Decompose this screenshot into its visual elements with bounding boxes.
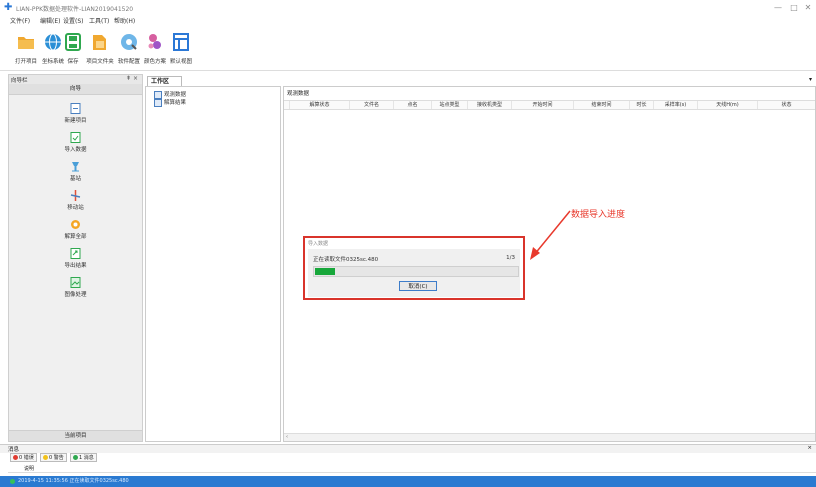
nav-header: 向导 xyxy=(9,84,142,95)
menu-settings[interactable]: 设置(S) xyxy=(63,16,84,27)
annotation-arrow-icon xyxy=(530,210,571,260)
save-button[interactable]: 保存 xyxy=(62,30,84,68)
import-file-count: 1/3 xyxy=(506,255,515,261)
status-message: 2019-4-15 11:35:56 正在读取文件0325sc.480 xyxy=(18,478,129,484)
project-folder-icon xyxy=(93,35,106,50)
col-start-time[interactable]: 开始时间 xyxy=(512,101,574,109)
nav-label: 导出结果 xyxy=(64,263,87,269)
open-folder-icon xyxy=(18,37,34,49)
rover-icon xyxy=(70,190,81,201)
current-project-button[interactable]: 当前项目 xyxy=(9,430,142,441)
nav-label: 移动站 xyxy=(67,205,84,211)
table-header: 解算状态 文件名 点名 站点类型 接收机类型 开始时间 结束时间 时长 采样率(… xyxy=(284,100,815,110)
messages-header: 消息 × xyxy=(0,444,816,453)
menu-help[interactable]: 帮助(H) xyxy=(114,16,135,27)
horizontal-scrollbar[interactable]: ‹ xyxy=(284,433,815,441)
message-filter-tabs: 0 错误 0 警告 1 消息 xyxy=(8,453,816,463)
tree-node-icon xyxy=(154,98,162,107)
wizard-panel-title: 向导栏 xyxy=(11,78,28,84)
col-point-name[interactable]: 点名 xyxy=(394,101,432,109)
tree-item-observation-data[interactable]: 观测数据 xyxy=(154,90,186,99)
software-config-button[interactable]: 软件配置 xyxy=(116,30,142,68)
minimize-button[interactable]: — xyxy=(770,2,786,14)
scroll-left-icon[interactable]: ‹ xyxy=(286,434,288,440)
default-view-icon xyxy=(173,33,189,51)
errors-tab[interactable]: 0 错误 xyxy=(10,453,37,462)
col-end-time[interactable]: 结束时间 xyxy=(574,101,630,109)
tree-item-solve-results[interactable]: 解算结果 xyxy=(154,98,187,107)
col-receiver-type[interactable]: 接收机类型 xyxy=(468,101,512,109)
close-button[interactable]: ✕ xyxy=(800,2,816,14)
menu-file[interactable]: 文件(F) xyxy=(10,16,30,27)
import-status-message: 正在读取文件0325sc.480 xyxy=(313,257,379,263)
col-status[interactable]: 状态 xyxy=(758,101,815,109)
title-bar: ✚ LIAN-PPK数据处理软件-LIAN2019041520 — □ ✕ xyxy=(0,0,816,16)
project-tree: 观测数据 解算结果 xyxy=(145,86,281,442)
solve-all-icon xyxy=(71,220,80,229)
toolbar: 打开项目 坐标系统 保存 项目文件夹 软件配置 颜色方案 默认视图 xyxy=(0,27,816,71)
tab-dropdown-icon[interactable]: ▾ xyxy=(809,76,812,83)
export-results-icon xyxy=(70,248,81,259)
annotation-label: 数据导入进度 xyxy=(571,210,626,220)
wizard-panel: 向导栏 ⇞ × 向导 新建项目 导入数据 基站 移动站 解算全部 导出结果 图像… xyxy=(8,74,143,442)
warning-icon xyxy=(43,455,48,460)
nav-label: 基站 xyxy=(69,176,81,182)
status-ok-icon xyxy=(10,479,15,484)
errors-tab-label: 0 错误 xyxy=(19,455,34,461)
project-folder-label: 项目文件夹 xyxy=(86,59,114,65)
dialog-body: 正在读取文件0325sc.480 1/3 取消(C) xyxy=(308,249,520,297)
nav-label: 新建项目 xyxy=(64,118,87,124)
software-config-label: 软件配置 xyxy=(117,59,140,65)
warnings-tab-label: 0 警告 xyxy=(49,455,64,461)
warnings-tab[interactable]: 0 警告 xyxy=(40,453,67,462)
import-progress-dialog: 导入数据 正在读取文件0325sc.480 1/3 取消(C) xyxy=(303,236,525,300)
default-view-label: 默认视图 xyxy=(169,59,192,65)
messages-column-header: 说明 xyxy=(8,465,816,473)
import-data-icon xyxy=(70,132,81,143)
col-solve-status[interactable]: 解算状态 xyxy=(290,101,350,109)
import-progress-fill xyxy=(315,268,335,275)
col-file-name[interactable]: 文件名 xyxy=(350,101,394,109)
messages-tab[interactable]: 1 消息 xyxy=(70,453,97,462)
open-project-button[interactable]: 打开项目 xyxy=(12,30,40,68)
error-icon xyxy=(13,455,18,460)
nav-label: 导入数据 xyxy=(64,147,87,153)
default-view-button[interactable]: 默认视图 xyxy=(168,30,194,68)
image-processing-icon xyxy=(70,277,81,288)
message-icon xyxy=(73,455,78,460)
messages-close-icon[interactable]: × xyxy=(807,445,812,451)
col-sample-rate[interactable]: 采样率(s) xyxy=(654,101,698,109)
data-panel-title: 观测数据 xyxy=(287,91,310,97)
messages-tab-label: 1 消息 xyxy=(79,455,94,461)
menu-tools[interactable]: 工具(T) xyxy=(89,16,109,27)
status-bar: 2019-4-15 11:35:56 正在读取文件0325sc.480 xyxy=(0,476,816,487)
dialog-title: 导入数据 xyxy=(308,241,329,247)
globe-icon xyxy=(45,33,61,51)
tree-item-label: 解算结果 xyxy=(164,100,187,106)
col-station-type[interactable]: 站点类型 xyxy=(432,101,468,109)
import-progress-bar xyxy=(313,266,519,277)
save-icon xyxy=(65,33,81,51)
base-station-icon xyxy=(72,162,79,172)
nav-label: 图像处理 xyxy=(64,292,87,298)
config-icon xyxy=(121,34,137,50)
open-project-label: 打开项目 xyxy=(14,59,37,65)
menu-edit[interactable]: 编辑(E) xyxy=(40,16,60,27)
app-logo-icon: ✚ xyxy=(4,2,13,13)
color-scheme-label: 颜色方案 xyxy=(143,59,166,65)
menu-bar: 文件(F) 编辑(E) 设置(S) 工具(T) 帮助(H) xyxy=(0,16,816,27)
new-project-icon xyxy=(70,103,81,114)
save-label: 保存 xyxy=(67,59,79,65)
window-title: LIAN-PPK数据处理软件-LIAN2019041520 xyxy=(16,6,134,13)
messages-title: 消息 xyxy=(8,447,20,453)
pin-close-icon[interactable]: ⇞ × xyxy=(126,75,138,82)
col-antenna-height[interactable]: 天线H(m) xyxy=(698,101,758,109)
color-scheme-button[interactable]: 颜色方案 xyxy=(142,30,168,68)
cancel-button[interactable]: 取消(C) xyxy=(399,281,437,291)
nav-label: 解算全部 xyxy=(64,234,87,240)
tab-workspace[interactable]: 工作区 xyxy=(147,76,182,86)
palette-icon xyxy=(148,34,161,49)
col-duration[interactable]: 时长 xyxy=(630,101,654,109)
project-folder-button[interactable]: 项目文件夹 xyxy=(86,30,114,68)
